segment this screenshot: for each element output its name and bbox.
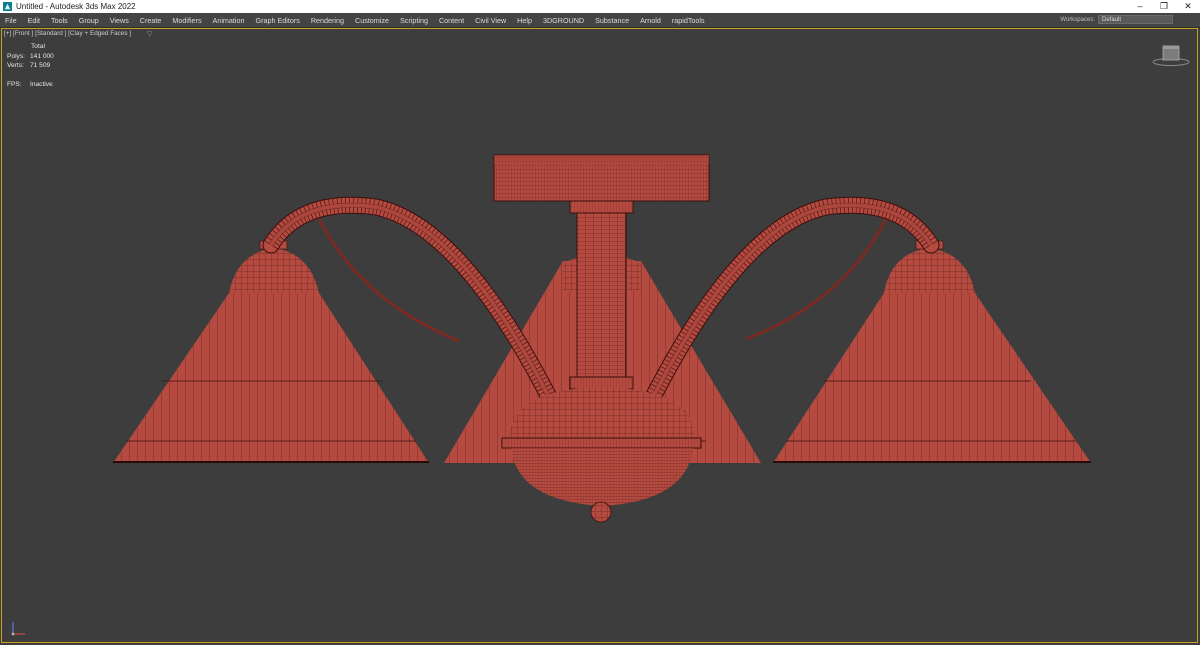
polys-label: Polys: — [7, 52, 25, 60]
viewcube-icon[interactable] — [1151, 43, 1191, 67]
menu-edit[interactable]: Edit — [23, 16, 46, 25]
menu-graph-editors[interactable]: Graph Editors — [251, 16, 306, 25]
center-bowl — [501, 387, 702, 523]
workspace-selector: Workspaces: Default — [1060, 15, 1173, 24]
polys-value: 141 000 — [30, 52, 54, 60]
menu-modifiers[interactable]: Modifiers — [167, 16, 207, 25]
center-stem — [569, 200, 634, 390]
verts-value: 71 509 — [30, 62, 51, 69]
shade-right — [773, 240, 1091, 463]
menu-views[interactable]: Views — [105, 16, 135, 25]
menu-scripting[interactable]: Scripting — [395, 16, 434, 25]
menu-tools[interactable]: Tools — [46, 16, 74, 25]
filter-icon[interactable]: ▽ — [147, 30, 152, 38]
3dsmax-app-icon — [3, 2, 12, 11]
window-title: Untitled - Autodesk 3ds Max 2022 — [16, 2, 136, 11]
shade-left — [113, 240, 429, 463]
viewport-label[interactable]: [+] [Front ] [Standard ] [Clay + Edged F… — [4, 30, 131, 37]
fps-label: FPS: — [7, 81, 22, 88]
menu-rendering[interactable]: Rendering — [306, 16, 350, 25]
minimize-button[interactable]: – — [1128, 0, 1152, 13]
menu-create[interactable]: Create — [135, 16, 168, 25]
menu-substance[interactable]: Substance — [590, 16, 635, 25]
menu-content[interactable]: Content — [434, 16, 470, 25]
menu-animation[interactable]: Animation — [208, 16, 251, 25]
menu-civil-view[interactable]: Civil View — [470, 16, 512, 25]
axis-tripod-icon — [11, 622, 25, 636]
menu-3dground[interactable]: 3DGROUND — [538, 16, 590, 25]
menu-arnold[interactable]: Arnold — [635, 16, 667, 25]
menu-file[interactable]: File — [0, 16, 23, 25]
workspace-dropdown[interactable]: Default — [1098, 15, 1173, 24]
verts-label: Verts: — [7, 62, 24, 69]
fps-value: Inactive — [30, 81, 53, 88]
front-viewport[interactable]: [+] [Front ] [Standard ] [Clay + Edged F… — [1, 28, 1198, 643]
restore-button[interactable]: ❐ — [1152, 0, 1176, 13]
menu-rapidtools[interactable]: rapidTools — [667, 16, 711, 25]
menu-help[interactable]: Help — [512, 16, 538, 25]
chandelier-model — [113, 154, 1091, 523]
menu-bar: File Edit Tools Group Views Create Modif… — [0, 13, 1200, 28]
menu-group[interactable]: Group — [74, 16, 105, 25]
ceiling-canopy — [493, 154, 710, 202]
workspace-label: Workspaces: — [1060, 16, 1095, 23]
statistics-overlay: Total Polys: 141 000 Verts: 71 509 FPS: … — [7, 43, 54, 91]
close-button[interactable]: ✕ — [1176, 0, 1200, 13]
stats-total-header: Total — [31, 43, 45, 50]
menu-customize[interactable]: Customize — [350, 16, 395, 25]
title-bar: Untitled - Autodesk 3ds Max 2022 – ❐ ✕ — [0, 0, 1200, 13]
window-controls: – ❐ ✕ — [1128, 0, 1200, 13]
